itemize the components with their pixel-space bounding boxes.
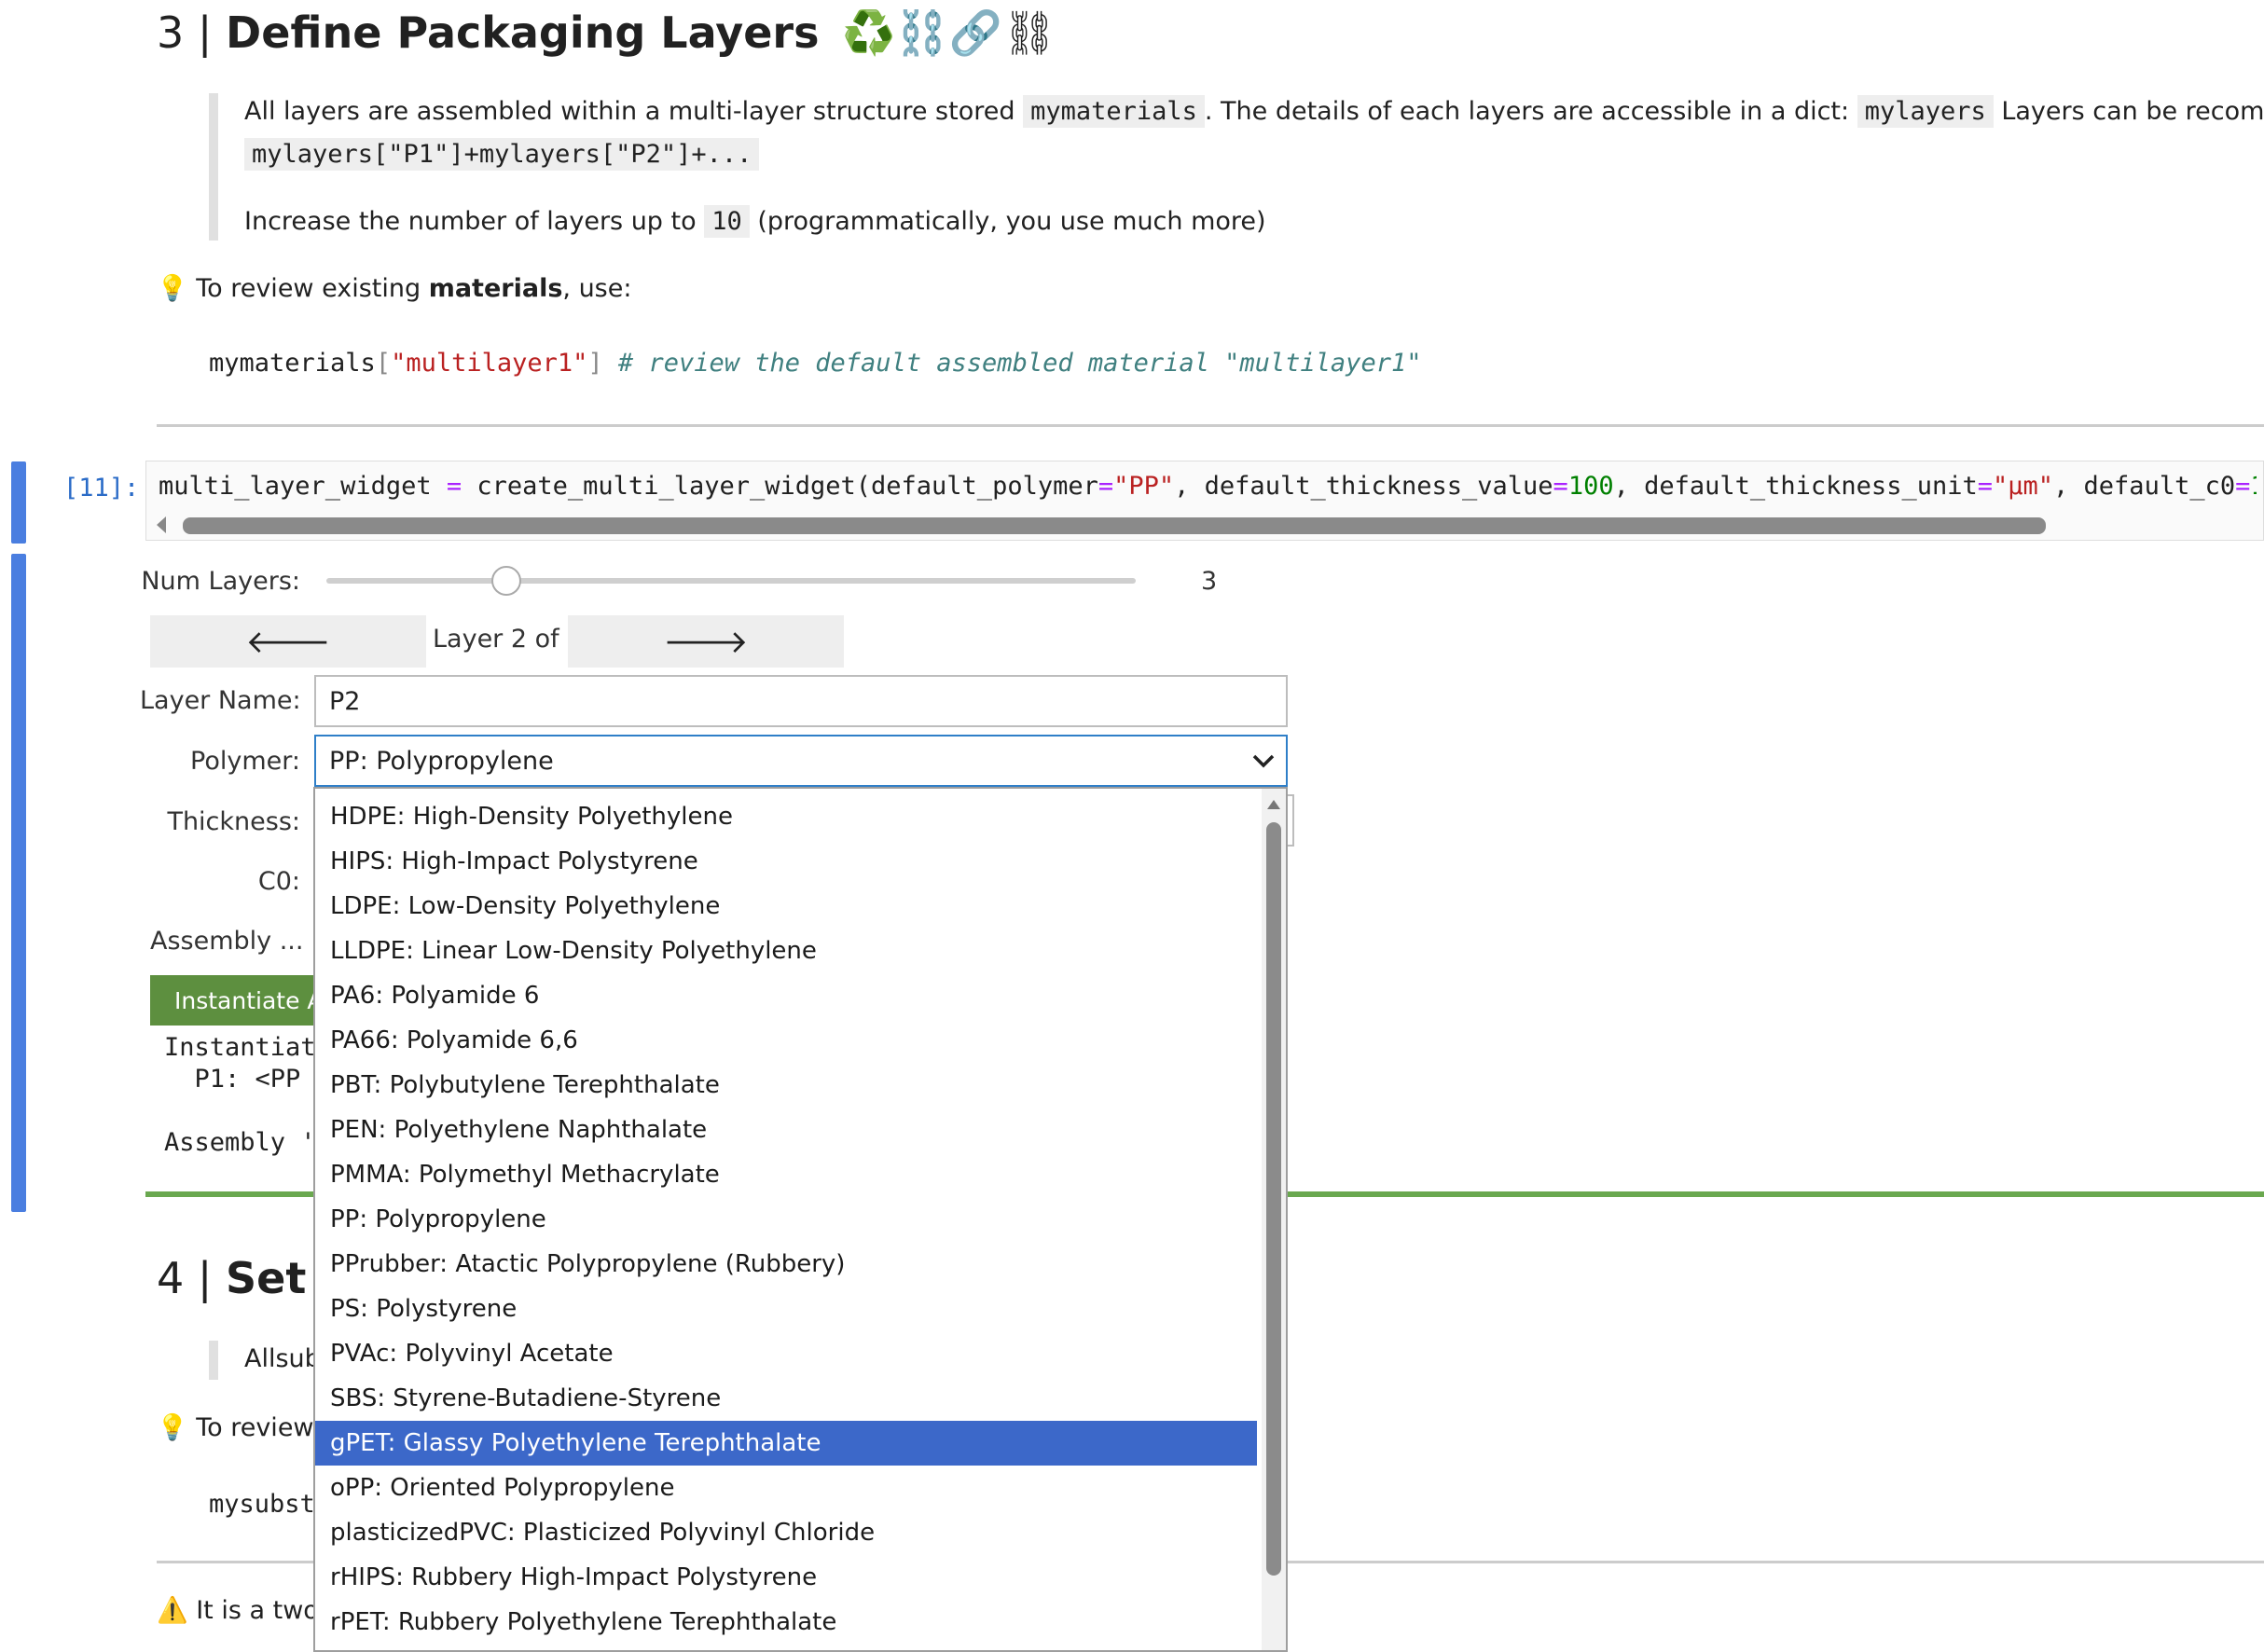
num-layers-slider-handle[interactable] bbox=[490, 566, 521, 596]
chevron-down-icon bbox=[1252, 754, 1275, 768]
blockquote-paragraph-2: Increase the number of layers up to 10 (… bbox=[244, 205, 1266, 238]
polymer-option[interactable]: PMMA: Polymethyl Methacrylate bbox=[315, 1152, 1257, 1197]
inline-code-10: 10 bbox=[704, 205, 750, 238]
next-layer-button[interactable]: 🡒 bbox=[568, 615, 844, 668]
dropdown-scrollbar[interactable] bbox=[1262, 789, 1286, 1650]
code-cell-source[interactable]: multi_layer_widget = create_multi_layer_… bbox=[159, 472, 2257, 501]
polymer-select[interactable]: PP: Polypropylene bbox=[314, 735, 1288, 787]
polymer-option[interactable]: LDPE: Low-Density Polyethylene bbox=[315, 884, 1257, 929]
polymer-option-list: HDPE: High-Density Polyethylene HIPS: Hig… bbox=[315, 794, 1262, 1645]
polymer-option[interactable]: PP: Polypropylene bbox=[315, 1197, 1257, 1242]
section-4-tip: 💡 To review bbox=[157, 1413, 314, 1442]
arrow-right-icon: 🡒 bbox=[663, 623, 749, 661]
polymer-option[interactable]: rPET: Rubbery Polyethylene Terephthalate bbox=[315, 1600, 1257, 1645]
horizontal-scrollbar[interactable] bbox=[183, 517, 2046, 534]
thickness-label: Thickness: bbox=[167, 807, 300, 836]
horizontal-rule bbox=[157, 424, 2264, 427]
tip-paragraph: 💡 To review existing materials, use: bbox=[157, 274, 632, 303]
num-layers-slider-track[interactable] bbox=[326, 578, 1136, 584]
output-line-1: Instantiat bbox=[164, 1033, 316, 1062]
layer-name-input[interactable]: P2 bbox=[314, 675, 1288, 727]
polymer-option[interactable]: PA66: Polyamide 6,6 bbox=[315, 1018, 1257, 1063]
arrow-left-icon: 🡐 bbox=[245, 623, 331, 661]
blockquote-paragraph-1: All layers are assembled within a multi-… bbox=[244, 95, 2264, 128]
section-4-blockquote: Allsub bbox=[244, 1344, 321, 1373]
polymer-option[interactable]: plasticizedPVC: Plasticized Polyvinyl Ch… bbox=[315, 1510, 1257, 1555]
layer-name-label: Layer Name: bbox=[140, 686, 301, 715]
num-layers-value: 3 bbox=[1201, 567, 1218, 596]
section-title: Define Packaging Layers bbox=[226, 7, 820, 58]
section-separator: | bbox=[197, 7, 213, 58]
assembly-label: Assembly ... bbox=[150, 927, 304, 956]
polymer-option[interactable]: LLDPE: Linear Low-Density Polyethylene bbox=[315, 929, 1257, 973]
code-example: mymaterials["multilayer1"] # review the … bbox=[209, 349, 1422, 378]
warning-paragraph: ⚠️ It is a two- bbox=[157, 1596, 329, 1625]
output-line-3: Assembly ' bbox=[164, 1128, 316, 1157]
cell-prompt: [11]: bbox=[63, 474, 140, 502]
instantiate-assembly-button[interactable]: Instantiate A bbox=[150, 975, 337, 1026]
section-number: 3 bbox=[157, 7, 185, 58]
lightbulb-icon: 💡 bbox=[157, 274, 188, 303]
inline-code-mylayers: mylayers bbox=[1857, 95, 1994, 128]
polymer-option[interactable]: PEN: Polyethylene Naphthalate bbox=[315, 1108, 1257, 1152]
dropdown-scroll-thumb[interactable] bbox=[1266, 822, 1281, 1576]
blockquote-bar bbox=[209, 93, 218, 241]
polymer-dropdown-list[interactable]: HDPE: High-Density Polyethylene HIPS: Hig… bbox=[313, 787, 1288, 1652]
polymer-option[interactable]: rHIPS: Rubbery High-Impact Polystyrene bbox=[315, 1555, 1257, 1600]
polymer-option[interactable]: oPP: Oriented Polypropylene bbox=[315, 1466, 1257, 1510]
cell-input-collapser[interactable] bbox=[11, 461, 26, 544]
polymer-option[interactable]: HDPE: High-Density Polyethylene bbox=[315, 794, 1257, 839]
inline-code-mymaterials: mymaterials bbox=[1023, 95, 1205, 128]
polymer-option[interactable]: PPrubber: Atactic Polypropylene (Rubbery… bbox=[315, 1242, 1257, 1287]
section-3-heading: 3 | Define Packaging Layers ♻️⛓️🔗⛓ bbox=[157, 7, 1056, 59]
polymer-option[interactable]: SBS: Styrene-Butadiene-Styrene bbox=[315, 1376, 1257, 1421]
blockquote-paragraph-1-cont: mylayers["P1"]+mylayers["P2"]+... bbox=[244, 134, 760, 175]
polymer-option[interactable]: PVAc: Polyvinyl Acetate bbox=[315, 1331, 1257, 1376]
polymer-option[interactable]: PBT: Polybutylene Terephthalate bbox=[315, 1063, 1257, 1108]
section-4-code: mysubst bbox=[209, 1490, 315, 1519]
lightbulb-icon: 💡 bbox=[157, 1413, 188, 1442]
num-layers-label: Num Layers: bbox=[141, 567, 300, 596]
recycle-chain-emoji-icon: ♻️⛓️🔗⛓ bbox=[842, 7, 1057, 58]
output-line-2: P1: <PP bbox=[164, 1065, 316, 1094]
previous-layer-button[interactable]: 🡐 bbox=[150, 615, 426, 668]
blockquote-bar bbox=[209, 1341, 218, 1380]
warning-icon: ⚠️ bbox=[157, 1596, 188, 1625]
c0-label: C0: bbox=[257, 867, 300, 896]
polymer-option[interactable]: PA6: Polyamide 6 bbox=[315, 973, 1257, 1018]
polymer-option[interactable]: HIPS: High-Impact Polystyrene bbox=[315, 839, 1257, 884]
scroll-left-icon[interactable] bbox=[157, 516, 166, 533]
polymer-option[interactable]: PS: Polystyrene bbox=[315, 1287, 1257, 1331]
layer-indicator: Layer 2 of 3 bbox=[433, 625, 584, 654]
polymer-option[interactable]: gPET: Glassy Polyethylene Terephthalate bbox=[315, 1421, 1257, 1466]
inline-code-layer-sum: mylayers["P1"]+mylayers["P2"]+... bbox=[244, 138, 760, 171]
polymer-label: Polymer: bbox=[190, 747, 300, 776]
scroll-up-icon[interactable] bbox=[1267, 800, 1280, 809]
cell-output-collapser[interactable] bbox=[11, 554, 26, 1212]
